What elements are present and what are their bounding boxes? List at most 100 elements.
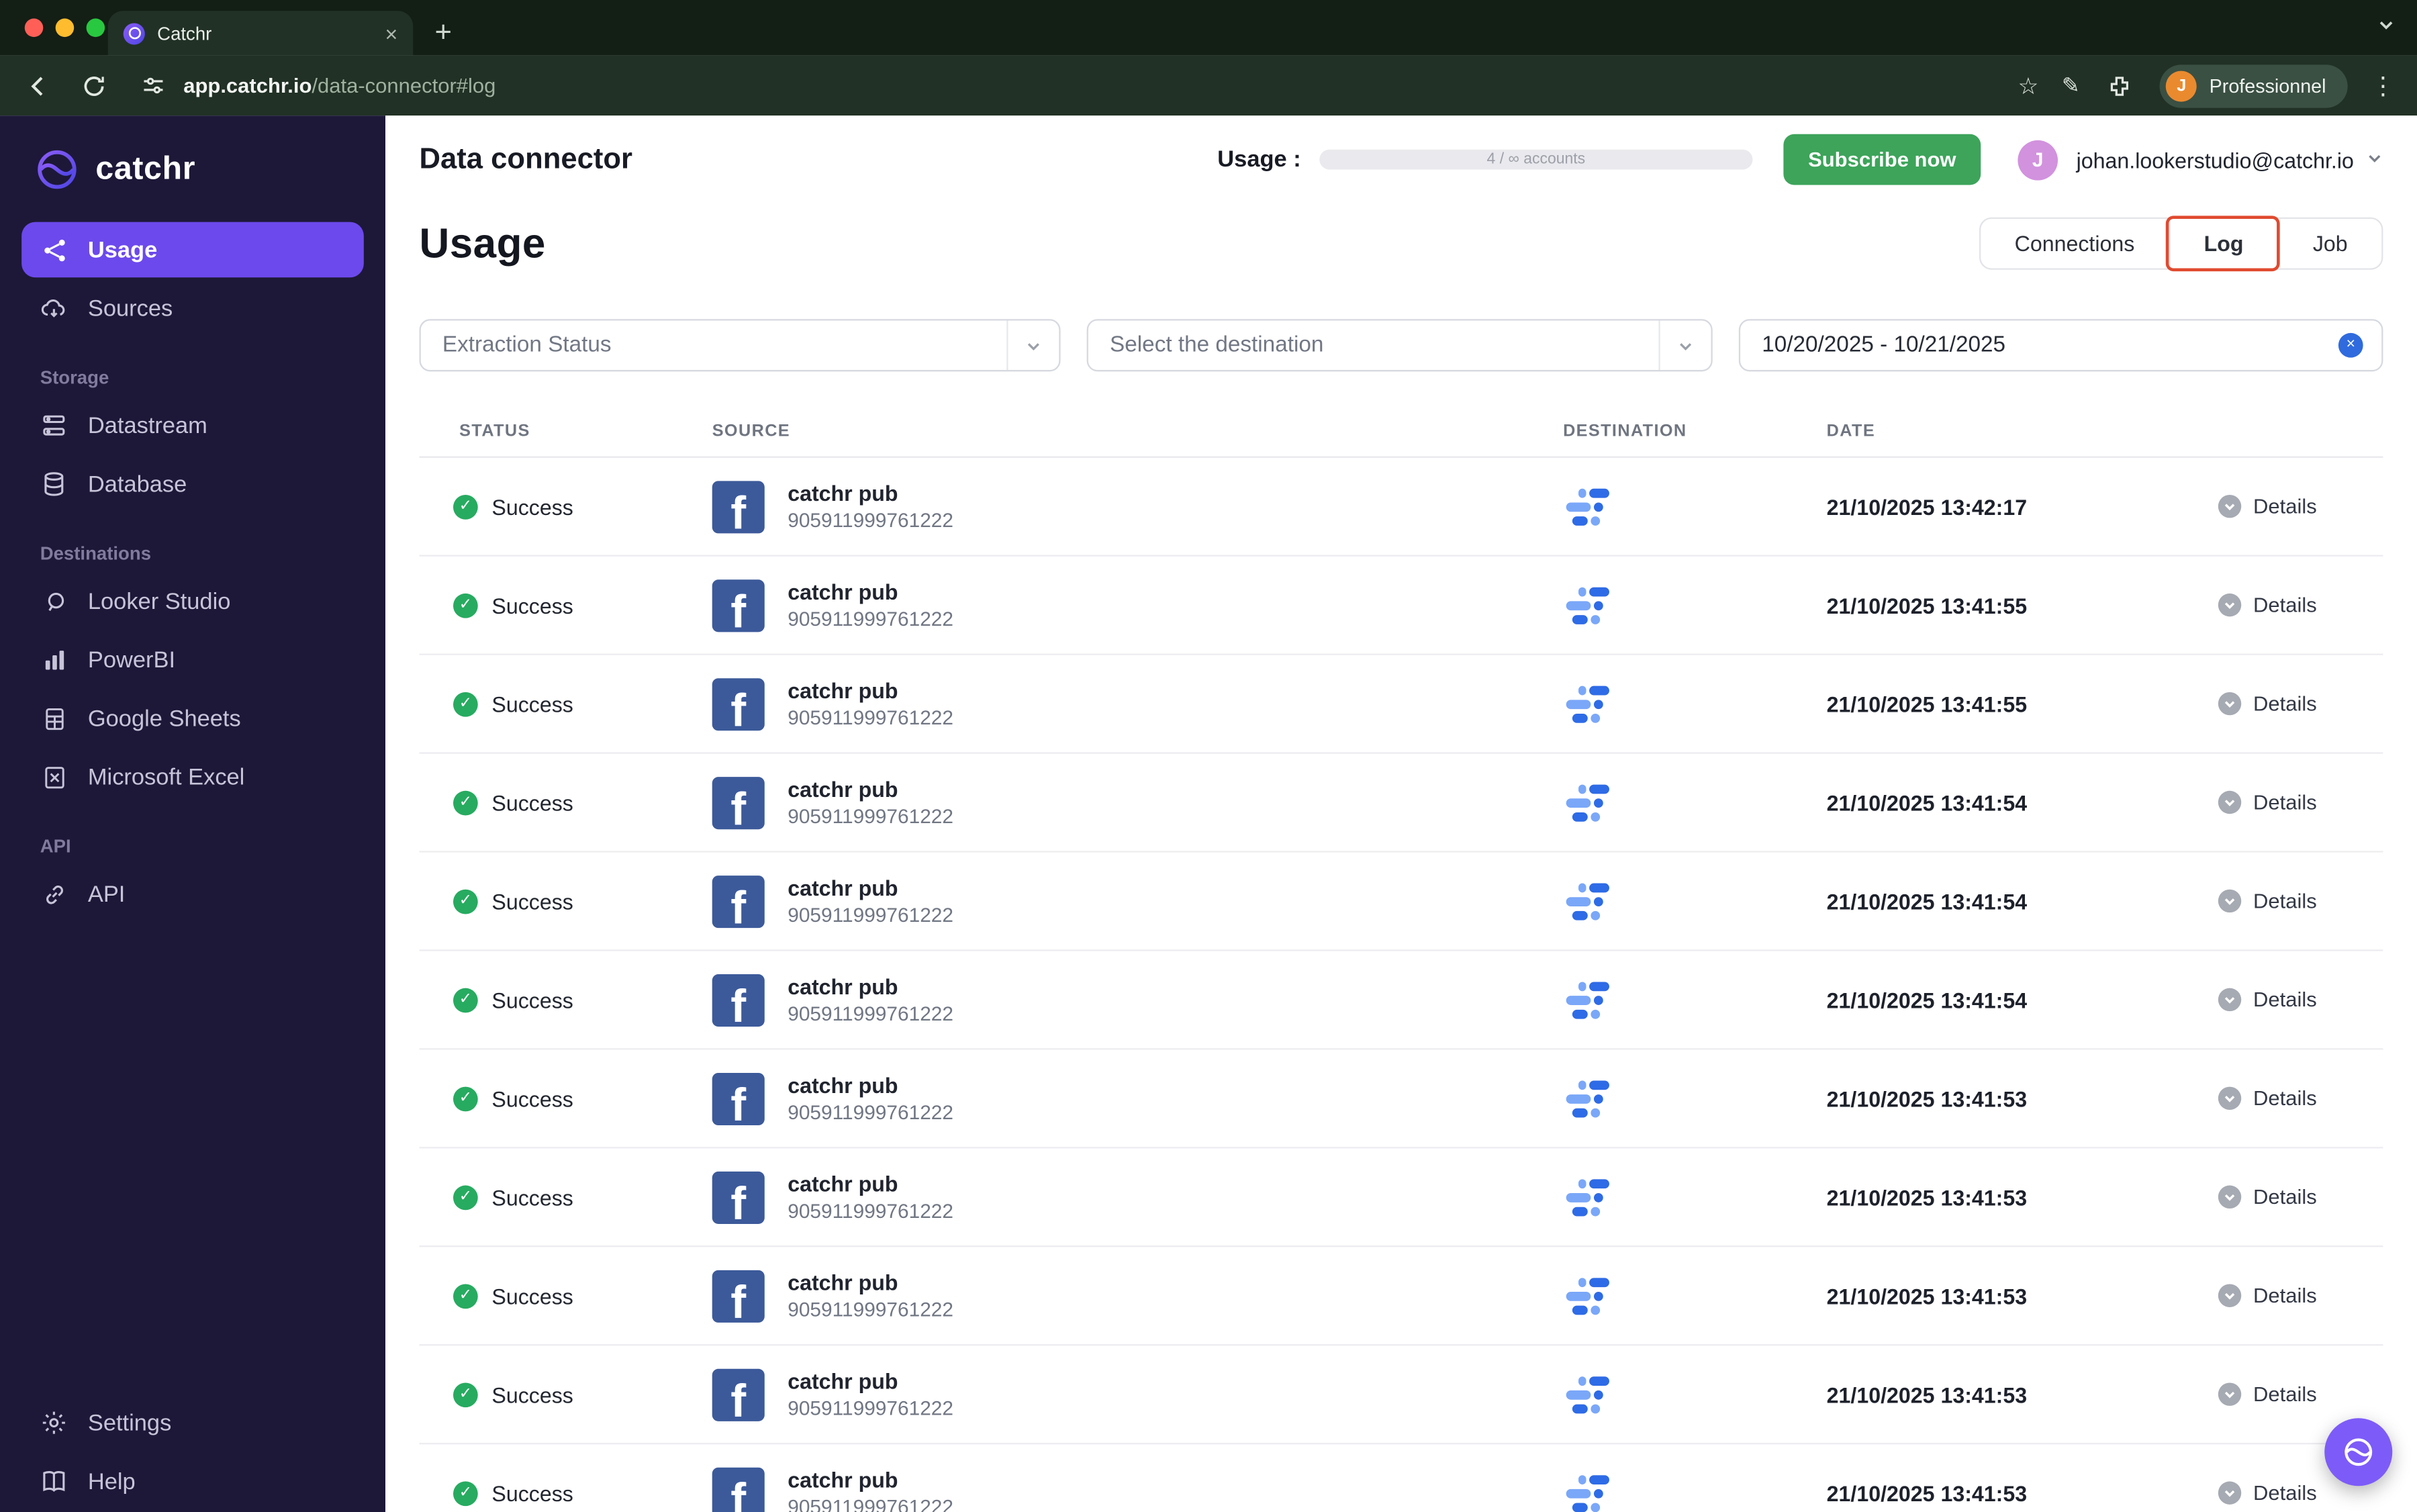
details-label: Details [2253,889,2317,913]
account-email[interactable]: johan.lookerstudio@catchr.io [2077,147,2354,172]
tab-close-icon[interactable]: × [385,22,398,44]
details-label: Details [2253,1086,2317,1111]
row-source-name: catchr pub [788,1467,898,1493]
looker-studio-icon [1566,1277,1609,1315]
table-row[interactable]: ✓ Success f catchr pub 905911999761222 2… [419,1345,2383,1445]
row-details-button[interactable]: Details [2204,692,2383,716]
row-details-button[interactable]: Details [2204,889,2383,913]
success-check-icon: ✓ [453,1184,478,1210]
extraction-status-select[interactable]: Extraction Status [419,319,1061,372]
row-source-name: catchr pub [788,1368,898,1394]
extensions-puzzle-icon[interactable] [2103,68,2137,103]
excel-icon [40,763,68,790]
subscribe-now-button[interactable]: Subscribe now [1783,134,1981,185]
chevron-down-icon [1658,320,1711,371]
datastream-icon [40,412,68,439]
row-details-button[interactable]: Details [2204,494,2383,518]
table-row[interactable]: ✓ Success f catchr pub 905911999761222 2… [419,557,2383,655]
circle-chevron-down-icon [2218,790,2241,814]
chat-widget-button[interactable] [2324,1418,2393,1486]
browser-menu-icon[interactable]: ⋮ [2371,70,2396,101]
success-check-icon: ✓ [453,790,478,815]
browser-tab[interactable]: Catchr × [107,11,414,56]
row-date: 21/10/2025 13:41:54 [1826,888,2028,914]
sidebar-item-api[interactable]: API [21,866,364,922]
row-details-button[interactable]: Details [2204,1086,2383,1111]
account-avatar[interactable]: J [2018,139,2058,180]
sidebar-item-powerbi[interactable]: PowerBI [21,632,364,688]
sidebar-item-datastream[interactable]: Datastream [21,397,364,453]
row-source-id: 905911999761222 [788,1495,954,1512]
close-window-button[interactable] [24,18,44,38]
new-tab-button[interactable]: + [434,19,452,48]
sidebar-item-looker-studio[interactable]: Looker Studio [21,573,364,629]
tab-job[interactable]: Job [2277,219,2381,269]
maximize-window-button[interactable] [86,18,105,38]
sidebar-item-settings[interactable]: Settings [21,1395,364,1451]
sidebar-item-usage[interactable]: Usage [21,222,364,278]
date-range-input[interactable]: 10/20/2025 - 10/21/2025 × [1738,319,2383,372]
tab-log[interactable]: Log [2168,219,2277,269]
clear-date-icon[interactable]: × [2338,332,2363,358]
cloud-arrow-icon [40,295,68,322]
success-check-icon: ✓ [453,1283,478,1309]
row-source-id: 905911999761222 [788,1199,954,1223]
row-source-id: 905911999761222 [788,1397,954,1420]
table-row[interactable]: ✓ Success f catchr pub 905911999761222 2… [419,1050,2383,1149]
row-date: 21/10/2025 13:41:55 [1826,592,2028,618]
account-chevron-down-icon[interactable] [2366,146,2383,173]
row-status: Success [491,691,573,716]
sidebar-item-microsoft-excel[interactable]: Microsoft Excel [21,749,364,805]
share-nodes-icon [40,236,68,263]
browser-toolbar: app.catchr.io/data-connector#log ☆ ✎ J P… [0,55,2417,116]
circle-chevron-down-icon [2218,1481,2241,1505]
table-row[interactable]: ✓ Success f catchr pub 905911999761222 2… [419,1247,2383,1346]
circle-chevron-down-icon [2218,494,2241,518]
table-row[interactable]: ✓ Success f catchr pub 905911999761222 2… [419,458,2383,557]
sidebar-item-google-sheets[interactable]: Google Sheets [21,691,364,747]
details-label: Details [2253,593,2317,617]
back-icon[interactable] [21,68,56,103]
browser-window: Catchr × + app.catchr.io/data-connector#… [0,0,2417,1512]
sidebar-item-help[interactable]: Help [21,1454,364,1509]
row-source-id: 905911999761222 [788,804,954,828]
details-label: Details [2253,692,2317,716]
table-row[interactable]: ✓ Success f catchr pub 905911999761222 2… [419,754,2383,853]
row-details-button[interactable]: Details [2204,790,2383,814]
bookmark-star-icon[interactable]: ☆ [2018,72,2039,99]
destination-select[interactable]: Select the destination [1086,319,1713,372]
row-details-button[interactable]: Details [2204,1382,2383,1406]
minimize-window-button[interactable] [55,18,75,38]
site-info-icon[interactable] [136,68,170,103]
table-row[interactable]: ✓ Success f catchr pub 905911999761222 2… [419,655,2383,754]
address-bar[interactable]: app.catchr.io/data-connector#log [183,74,495,97]
circle-chevron-down-icon [2218,889,2241,913]
reload-icon[interactable] [77,68,111,103]
row-status: Success [491,493,573,519]
table-header: STATUS SOURCE DESTINATION DATE [419,406,2383,458]
usage-meter: 4 / ∞ accounts [1319,149,1753,170]
row-status: Success [491,1283,573,1309]
row-date: 21/10/2025 13:42:17 [1826,493,2028,519]
sidebar-section-destinations: Destinations [40,542,152,565]
facebook-icon: f [712,1072,765,1125]
table-row[interactable]: ✓ Success f catchr pub 905911999761222 2… [419,951,2383,1050]
row-details-button[interactable]: Details [2204,1284,2383,1307]
table-row[interactable]: ✓ Success f catchr pub 905911999761222 2… [419,1444,2383,1512]
sidebar-item-database[interactable]: Database [21,457,364,512]
row-details-button[interactable]: Details [2204,1185,2383,1209]
table-row[interactable]: ✓ Success f catchr pub 905911999761222 2… [419,1148,2383,1247]
sidebar-item-sources[interactable]: Sources [21,281,364,336]
catchr-logo-icon [2344,1438,2373,1466]
brand: catchr [0,115,385,211]
tab-search-chevron-icon[interactable] [2377,14,2396,42]
row-details-button[interactable]: Details [2204,988,2383,1012]
looker-studio-icon [1566,1080,1609,1117]
window-controls[interactable] [24,18,105,38]
row-source-id: 905911999761222 [788,903,954,927]
pencil-icon[interactable]: ✎ [2062,73,2080,99]
tab-connections[interactable]: Connections [1981,219,2169,268]
table-row[interactable]: ✓ Success f catchr pub 905911999761222 2… [419,853,2383,951]
row-details-button[interactable]: Details [2204,593,2383,617]
browser-profile-button[interactable]: J Professionnel [2160,64,2348,107]
